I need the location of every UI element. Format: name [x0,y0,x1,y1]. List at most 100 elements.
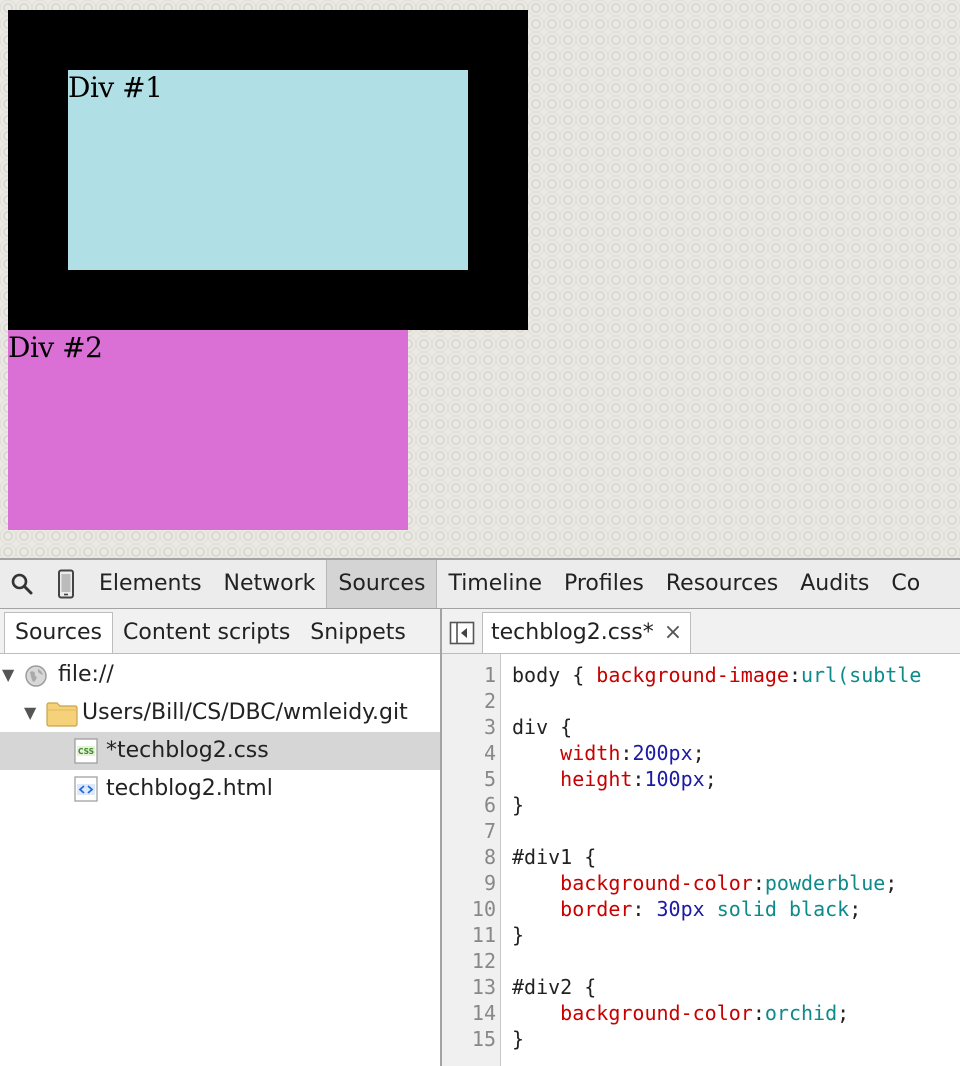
code-token: height [560,767,633,791]
code-text: #div1 { [512,844,596,870]
line-number: 10 [471,897,496,921]
tab-network[interactable]: Network [213,560,327,608]
code-text: body { background-image:url(subtle [512,662,921,688]
subtab-snippets[interactable]: Snippets [300,613,416,653]
code-line[interactable]: 6} [442,792,960,818]
tree-item-file-root[interactable]: ▼ file:// [0,656,440,694]
svg-text:CSS: CSS [78,747,94,756]
code-line[interactable]: 10 border: 30px solid black; [442,896,960,922]
tab-resources[interactable]: Resources [655,560,789,608]
code-text: background-color:powderblue; [512,870,897,896]
expand-triangle-icon[interactable]: ▼ [24,694,36,732]
code-text: div { [512,714,572,740]
code-token: background-color [560,1001,753,1025]
code-token: #div1 { [512,845,597,869]
code-line[interactable]: 15} [442,1026,960,1052]
code-token: background-image [596,663,789,687]
folder-icon [46,701,78,732]
tree-item-css-file[interactable]: CSS *techblog2.css [0,732,440,770]
tree-label-file-root: file:// [58,662,114,687]
code-line[interactable]: 4 width:200px; [442,740,960,766]
devtools-panel: Elements Network Sources Timeline Profil… [0,558,960,1066]
tab-console[interactable]: Co [880,560,931,608]
subtab-sources[interactable]: Sources [4,612,114,653]
tab-sources[interactable]: Sources [326,560,438,608]
code-line[interactable]: 8 #div1 { [442,844,960,870]
line-number: 11 [471,923,496,947]
line-number: 6 [483,793,496,817]
code-text: } [512,1026,524,1052]
code-token: solid black [716,897,850,921]
code-line[interactable]: 14 background-color:orchid; [442,1000,960,1026]
code-token: div { [512,715,573,739]
line-number: 14 [471,1001,496,1025]
code-token: border [560,897,633,921]
code-token: : [788,663,801,687]
code-token: : [752,1001,765,1025]
code-line[interactable]: 2 [442,688,960,714]
tree-label-css-file: *techblog2.css [106,738,269,763]
code-text: width:200px; [512,740,705,766]
code-token: : [752,871,765,895]
line-number: 13 [471,975,496,999]
line-number: 4 [483,741,496,765]
code-line[interactable]: 7 [442,818,960,844]
sources-panels: Sources Content scripts Snippets ▼ file:… [0,609,960,1066]
expand-triangle-icon[interactable]: ▼ [2,656,14,694]
code-token: width [560,741,621,765]
div1-box: Div #1 [8,10,528,330]
navigator-tabs: Sources Content scripts Snippets [0,609,440,654]
code-line[interactable]: 3 div { [442,714,960,740]
line-number: 2 [483,689,496,713]
line-number: 12 [471,949,496,973]
code-token: 100px [644,767,705,791]
editor-tab-label: techblog2.css* [491,620,654,645]
code-token: orchid [764,1001,838,1025]
code-line[interactable]: 12 [442,948,960,974]
line-number: 3 [483,715,496,739]
div2-box: Div #2 [8,330,408,530]
tree-label-folder: Users/Bill/CS/DBC/wmleidy.git [82,700,408,725]
subtab-content-scripts[interactable]: Content scripts [113,613,300,653]
code-token: ; [692,741,705,765]
tab-timeline[interactable]: Timeline [437,560,553,608]
page-preview: Div #1 Div #2 [0,0,960,558]
code-line[interactable]: 1 body { background-image:url(subtle [442,662,960,688]
code-line[interactable]: 11} [442,922,960,948]
search-icon[interactable] [0,560,44,608]
tab-profiles[interactable]: Profiles [553,560,655,608]
code-text: #div2 { [512,974,596,1000]
code-line[interactable]: 5 height:100px; [442,766,960,792]
code-line[interactable]: 9 background-color:powderblue; [442,870,960,896]
code-token: ; [849,897,862,921]
tree-item-html-file[interactable]: techblog2.html [0,770,440,808]
code-token: url(subtle [801,663,922,687]
line-number: 1 [483,663,496,687]
close-icon[interactable]: × [664,613,682,653]
code-token: ; [704,767,717,791]
navigator-pane: Sources Content scripts Snippets ▼ file:… [0,609,442,1066]
code-text: background-color:orchid; [512,1000,849,1026]
code-token: : [620,741,633,765]
tree-label-html-file: techblog2.html [106,776,273,801]
line-number: 9 [483,871,496,895]
tab-audits[interactable]: Audits [789,560,880,608]
code-token: ; [885,871,898,895]
tab-elements[interactable]: Elements [88,560,213,608]
code-line[interactable]: 13 #div2 { [442,974,960,1000]
editor-tab-bar: techblog2.css* × [442,609,960,654]
code-editor[interactable]: 1 body { background-image:url(subtle 2 3 div… [442,654,960,1066]
toggle-navigator-icon[interactable] [442,613,482,653]
code-text: border: 30px solid black; [512,896,861,922]
tree-item-folder[interactable]: ▼ Users/Bill/CS/DBC/wmleidy.git [0,694,440,732]
code-token: : [632,767,645,791]
code-token: background-color [560,871,753,895]
code-text: } [512,792,524,818]
code-token: body { [512,663,597,687]
code-token: } [512,923,525,947]
editor-tab-techblog2-css[interactable]: techblog2.css* × [482,612,692,653]
mobile-device-icon[interactable] [44,560,88,608]
